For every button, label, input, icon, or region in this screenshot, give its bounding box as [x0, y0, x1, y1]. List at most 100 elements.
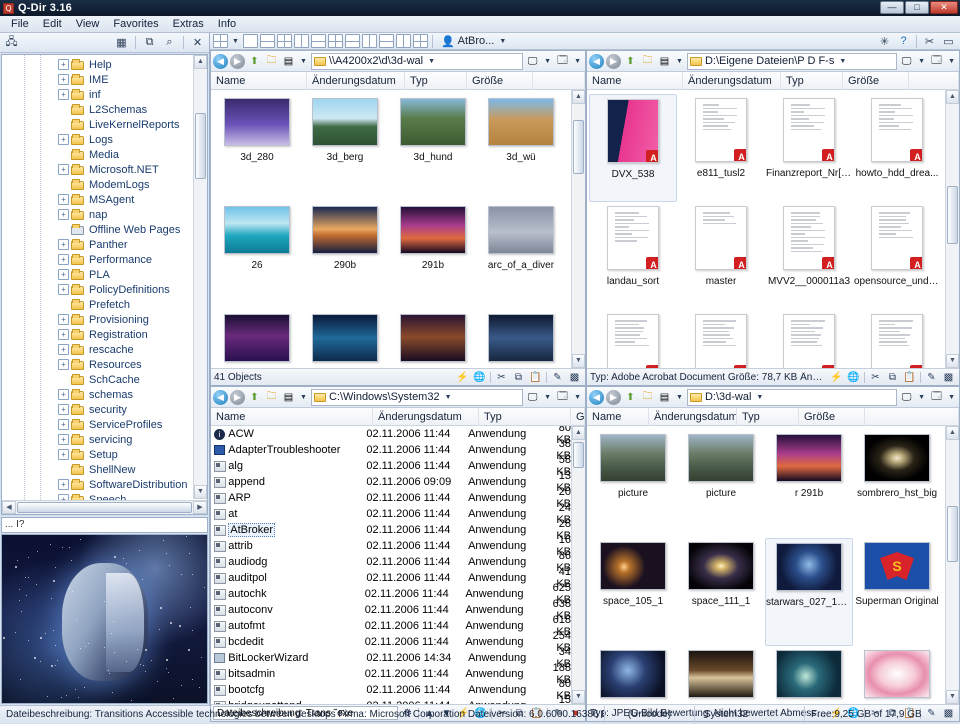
view-mode-icon[interactable]: 🖵 [525, 54, 540, 69]
copy-icon[interactable]: ⧉ [141, 35, 158, 51]
pdf-item[interactable]: A [853, 310, 941, 368]
star-icon[interactable]: ✳ [876, 33, 893, 49]
paste-icon[interactable]: 📋 [528, 370, 543, 384]
image-item[interactable]: sombrero_hst_big [853, 430, 941, 538]
flash-icon[interactable]: ⚡ [455, 370, 470, 384]
image-item[interactable]: picture [589, 430, 677, 538]
chevron-down-icon[interactable]: ▼ [497, 38, 508, 45]
chevron-down-icon[interactable]: ▼ [916, 394, 927, 401]
scroll-down-arrow[interactable]: ▼ [946, 354, 959, 368]
expand-icon[interactable]: + [58, 269, 69, 280]
panel-top-right[interactable]: ◀ ▶ ⬆ 🗀 ▤ ▼ D:\Eigene Dateien\P D F-s ▼ … [586, 50, 960, 386]
scroll-down-arrow[interactable]: ▼ [572, 354, 585, 368]
scroll-thumb[interactable] [947, 506, 958, 562]
image-item[interactable] [301, 310, 389, 368]
table-row[interactable]: bitsadmin 02.11.2006 11:44 Anwendung 188 KB [211, 666, 585, 682]
layout-preset-12[interactable] [413, 34, 428, 48]
layout-preset-2[interactable] [243, 34, 258, 48]
up-folder-icon[interactable]: ⬆ [623, 390, 638, 405]
view-grid-icon[interactable]: ▤ [281, 390, 296, 405]
up-folder-icon[interactable]: ⬆ [247, 54, 262, 69]
tree-item-provisioning[interactable]: + Provisioning [2, 312, 207, 327]
table-row[interactable]: bootcfg 02.11.2006 11:44 Anwendung 80 KB [211, 682, 585, 698]
tree-item-l2schemas[interactable]: L2Schemas [2, 102, 207, 117]
tree-item-panther[interactable]: + Panther [2, 237, 207, 252]
maximize-button[interactable]: □ [905, 1, 929, 14]
pdf-item[interactable]: Amaster [677, 202, 765, 310]
table-row[interactable]: autoconv 02.11.2006 11:44 Anwendung 638 KB [211, 602, 585, 618]
layout-preset-9[interactable] [362, 34, 377, 48]
close-icon[interactable]: ✕ [189, 35, 206, 51]
image-item[interactable]: picture [677, 430, 765, 538]
expand-icon[interactable]: + [58, 284, 69, 295]
pdf-item[interactable]: A DVX_538 [589, 94, 677, 202]
tree-scroll-thumb[interactable] [195, 113, 206, 179]
select-all-icon[interactable]: ▩ [567, 370, 582, 384]
chevron-down-icon[interactable]: ▼ [674, 394, 685, 401]
expand-icon[interactable]: + [58, 449, 69, 460]
tree-item-schcache[interactable]: SchCache [2, 372, 207, 387]
address-input-top-left[interactable]: \\A4200x2\d\3d-wal ▼ [311, 53, 523, 70]
menu-edit[interactable]: Edit [36, 17, 69, 31]
column-header-size[interactable]: Größe [843, 72, 909, 90]
network-icon[interactable]: 🖧 [3, 35, 20, 51]
copy-icon[interactable]: ⧉ [885, 370, 900, 384]
window-icon[interactable]: ▭ [940, 33, 957, 49]
tree-item-policydefinitions[interactable]: + PolicyDefinitions [2, 282, 207, 297]
flash-icon[interactable]: ⚡ [829, 370, 844, 384]
copy-icon[interactable]: ⧉ [511, 370, 526, 384]
chevron-down-icon[interactable]: ▼ [426, 58, 437, 65]
expand-icon[interactable]: + [58, 419, 69, 430]
column-headers-bottom-right[interactable]: Name Änderungsdatum Typ Größe [587, 408, 959, 426]
column-header-type[interactable]: Typ [479, 408, 571, 426]
menu-favorites[interactable]: Favorites [106, 17, 165, 31]
menu-view[interactable]: View [69, 17, 107, 31]
scroll-down-arrow[interactable]: ▼ [946, 690, 959, 704]
tree-horizontal-scrollbar[interactable]: ◀ ▶ [2, 500, 207, 514]
chevron-down-icon[interactable]: ▼ [837, 58, 848, 65]
image-item[interactable] [213, 310, 301, 368]
column-header-extra[interactable] [865, 408, 959, 426]
tree-item-ime[interactable]: + IME [2, 72, 207, 87]
image-item[interactable]: starwars_027_1024 [765, 538, 853, 646]
folder-tree[interactable]: + Help + IME + inf L2Schemas LiveKernelReports +… [2, 55, 207, 515]
tree-item-servicing[interactable]: + servicing [2, 432, 207, 447]
back-icon[interactable]: ◀ [589, 390, 604, 405]
table-row[interactable]: attrib 02.11.2006 11:44 Anwendung 16 KB [211, 538, 585, 554]
back-icon[interactable]: ◀ [213, 54, 228, 69]
image-item[interactable]: 26 [213, 202, 301, 310]
forward-icon[interactable]: ▶ [230, 390, 245, 405]
image-item[interactable]: space_105_1 [589, 538, 677, 646]
up-folder-icon[interactable]: ⬆ [623, 54, 638, 69]
panel-top-left[interactable]: ◀ ▶ ⬆ 🗀 ▤ ▼ \\A4200x2\d\3d-wal ▼ 🖵 ▼ 🗔 ▼ [210, 50, 586, 386]
thumbnail-grid-top-right[interactable]: A DVX_538 Ae811_tusl2 A Finanzreport_Nr[1...… [587, 90, 959, 368]
tree-item-registration[interactable]: + Registration [2, 327, 207, 342]
image-item[interactable]: space_111_1 [677, 538, 765, 646]
chevron-down-icon[interactable]: ▼ [298, 58, 309, 65]
column-header-name[interactable]: Name [587, 72, 683, 90]
pdf-item[interactable]: A Finanzreport_Nr[1... [765, 94, 853, 202]
menu-file[interactable]: File [4, 17, 36, 31]
paste-icon[interactable]: 📋 [902, 370, 917, 384]
pdf-item[interactable]: A [589, 310, 677, 368]
column-header-type[interactable]: Typ [737, 408, 799, 426]
thumbnail-grid-top-left[interactable]: 3d_280 3d_berg 3d_hund 3d_wü 26 290b 291b arc_o… [211, 90, 585, 368]
tree-item-livekernelreports[interactable]: LiveKernelReports [2, 117, 207, 132]
pdf-item[interactable]: Alandau_sort [589, 202, 677, 310]
layout-preset-10[interactable] [379, 34, 394, 48]
layout-mode-icon[interactable]: 🗔 [555, 390, 570, 405]
thumbnail-grid-bottom-right[interactable]: picture picture r 291b sombrero_hst_big spac… [587, 426, 959, 704]
address-input-bottom-left[interactable]: C:\Windows\System32 ▼ [311, 389, 523, 406]
back-icon[interactable]: ◀ [589, 54, 604, 69]
new-folder-icon[interactable]: 🗀 [264, 390, 279, 405]
image-item[interactable]: xfantasy11 [765, 646, 853, 704]
table-row[interactable]: autofmt 02.11.2006 11:44 Anwendung 618 KB [211, 618, 585, 634]
scroll-right-arrow[interactable]: ▶ [193, 501, 207, 514]
scroll-thumb[interactable] [947, 186, 958, 244]
file-list-bottom-left[interactable]: i ACW 02.11.2006 11:44 Anwendung 80 KB Adapte… [211, 426, 585, 704]
new-folder-icon[interactable]: 🗀 [264, 54, 279, 69]
vertical-scrollbar-bottom-right[interactable]: ▲ ▼ [945, 426, 959, 704]
image-item[interactable]: 3d_wü [477, 94, 565, 202]
tree-vertical-scrollbar[interactable]: ▲ ▼ [193, 55, 207, 499]
expand-icon[interactable]: + [58, 74, 69, 85]
